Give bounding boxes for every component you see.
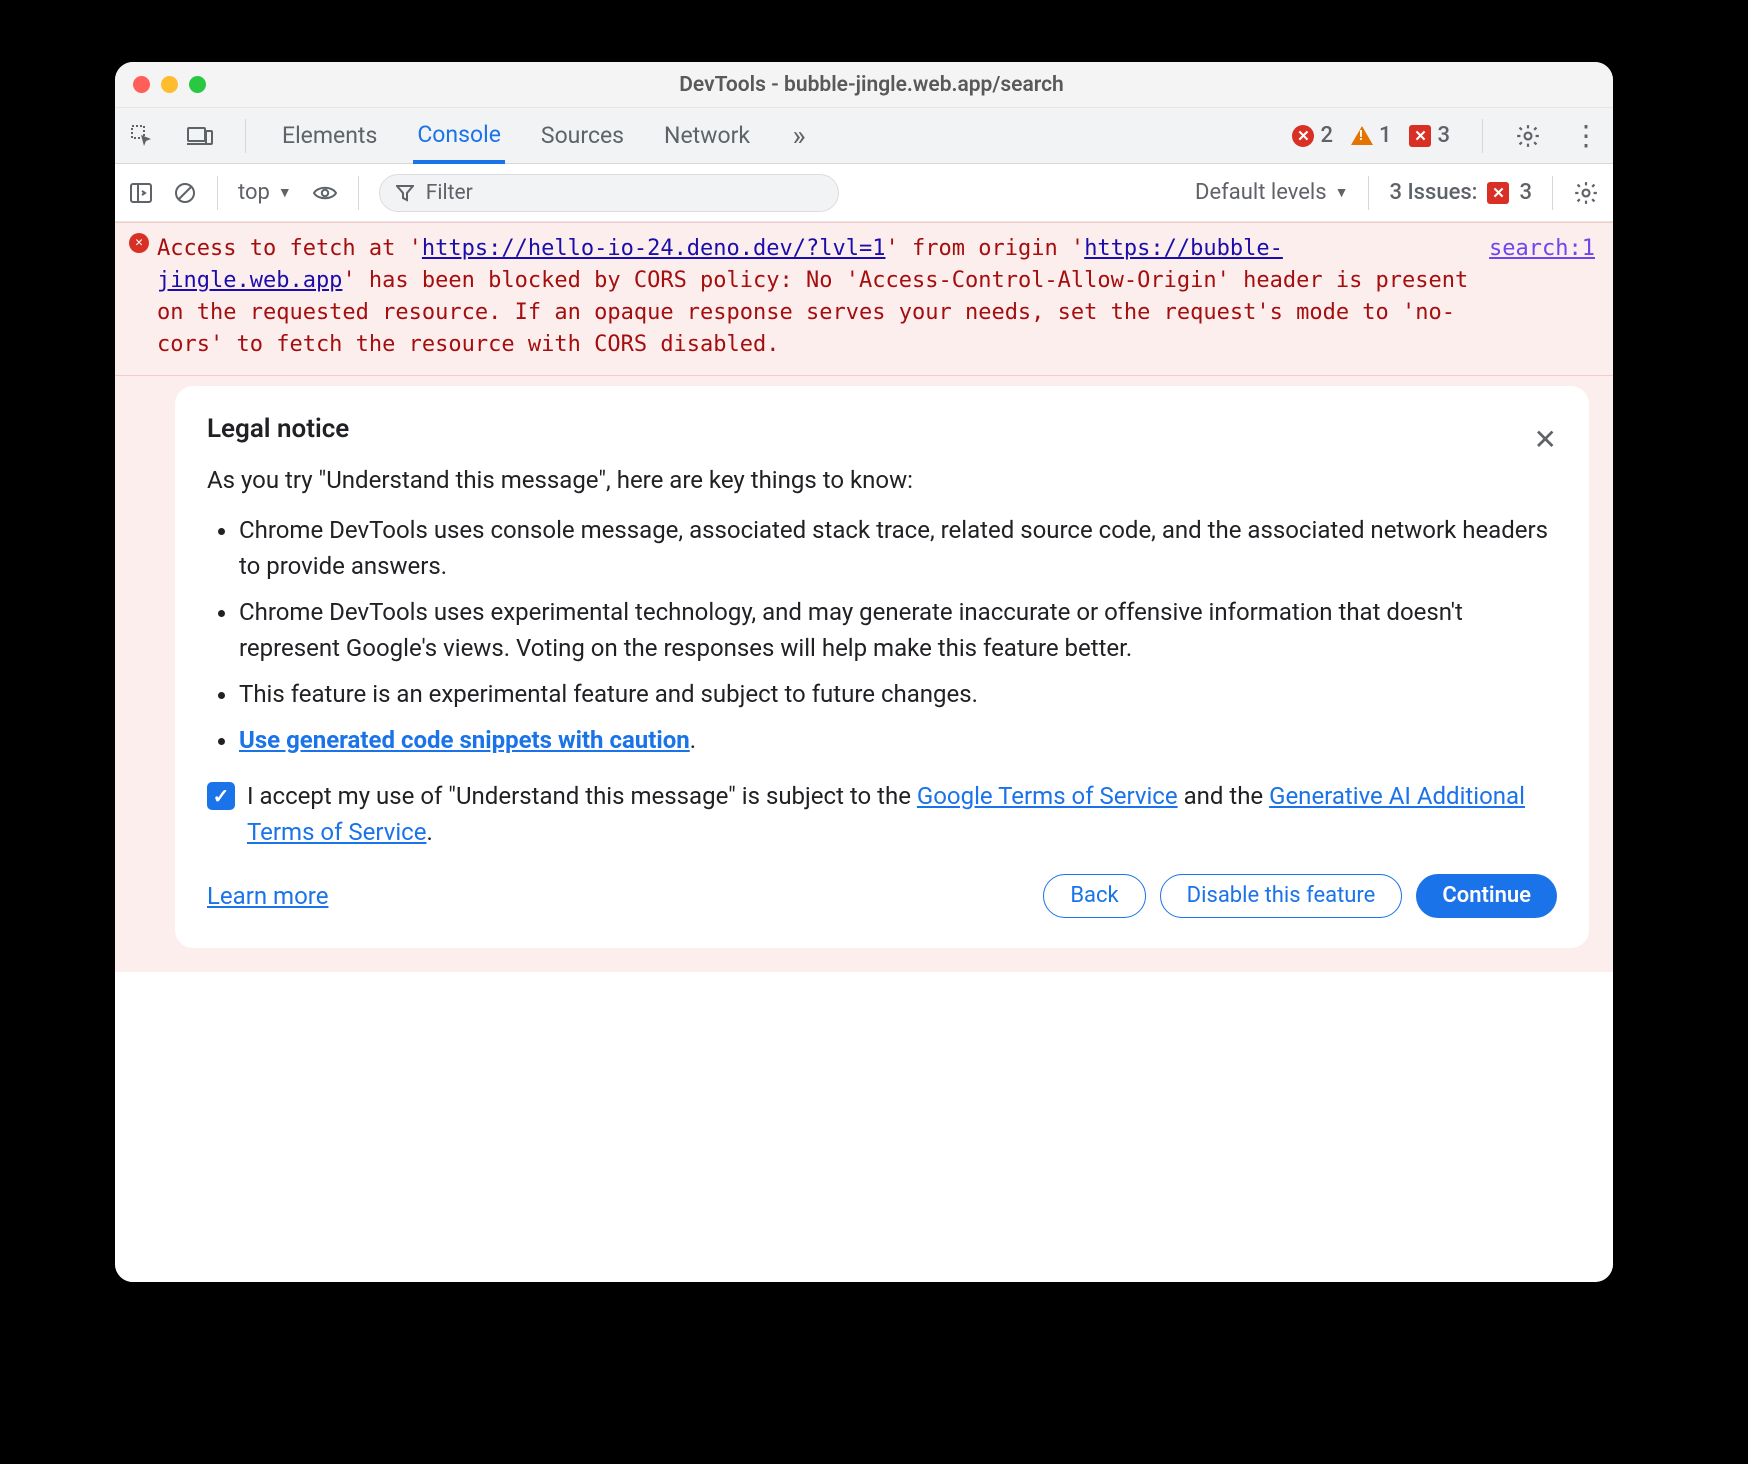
levels-label: Default levels <box>1195 180 1327 205</box>
tab-label: Elements <box>282 122 377 149</box>
filter-input[interactable]: Filter <box>379 174 839 212</box>
learn-more-link[interactable]: Learn more <box>207 882 328 910</box>
log-levels-dropdown[interactable]: Default levels ▼ <box>1195 180 1348 205</box>
button-label: Back <box>1070 883 1118 908</box>
zoom-window-button[interactable] <box>189 76 206 93</box>
warning-count-badge[interactable]: 1 <box>1351 123 1392 148</box>
clear-console-icon[interactable] <box>173 181 197 205</box>
error-count: 2 <box>1320 123 1333 148</box>
warning-count: 1 <box>1379 123 1392 148</box>
divider <box>217 176 218 210</box>
button-label: Disable this feature <box>1187 883 1376 908</box>
tab-label: Network <box>664 122 750 149</box>
toggle-sidebar-icon[interactable] <box>129 181 153 205</box>
tab-sources[interactable]: Sources <box>537 108 628 163</box>
message-count: 3 <box>1437 123 1450 148</box>
legal-title: Legal notice <box>207 414 1534 444</box>
legal-bullet: Chrome DevTools uses console message, as… <box>239 512 1557 584</box>
console-toolbar: top ▼ Filter Default levels ▼ 3 Issues: … <box>115 164 1613 222</box>
continue-button[interactable]: Continue <box>1416 874 1557 918</box>
issues-count: 3 <box>1519 180 1532 205</box>
issue-icon: ✕ <box>1487 182 1509 204</box>
chevron-down-icon: ▼ <box>278 184 292 201</box>
filter-placeholder: Filter <box>426 181 473 205</box>
legal-intro: As you try "Understand this message", he… <box>207 466 1557 494</box>
window-controls <box>133 76 206 93</box>
error-icon: ✕ <box>129 233 157 361</box>
legal-bullet: Use generated code snippets with caution… <box>239 722 1557 758</box>
divider <box>1552 176 1553 210</box>
divider <box>358 176 359 210</box>
filter-icon <box>396 184 414 202</box>
close-window-button[interactable] <box>133 76 150 93</box>
tab-network[interactable]: Network <box>660 108 754 163</box>
issues-label: 3 Issues: <box>1389 180 1477 205</box>
warning-icon <box>1351 126 1373 145</box>
error-icon: ✕ <box>1292 125 1314 147</box>
legal-card-area: Legal notice ✕ As you try "Understand th… <box>115 376 1613 972</box>
issues-badge[interactable]: 3 Issues: ✕ 3 <box>1389 180 1532 205</box>
divider <box>1368 176 1369 210</box>
titlebar: DevTools - bubble-jingle.web.app/search <box>115 62 1613 108</box>
error-count-badge[interactable]: ✕ 2 <box>1292 123 1333 148</box>
accept-row: ✓ I accept my use of "Understand this me… <box>207 778 1557 850</box>
legal-bullet: Chrome DevTools uses experimental techno… <box>239 594 1557 666</box>
status-badges: ✕ 2 1 ✕ 3 <box>1292 123 1450 148</box>
console-body[interactable]: ✕ Access to fetch at 'https://hello-io-2… <box>115 222 1613 1282</box>
button-label: Continue <box>1442 883 1531 908</box>
divider <box>1482 119 1483 153</box>
legal-notice-card: Legal notice ✕ As you try "Understand th… <box>175 386 1589 948</box>
back-button[interactable]: Back <box>1043 874 1145 918</box>
live-expression-icon[interactable] <box>312 184 338 202</box>
tab-console[interactable]: Console <box>413 109 505 164</box>
divider <box>245 119 246 153</box>
disable-feature-button[interactable]: Disable this feature <box>1160 874 1403 918</box>
close-icon[interactable]: ✕ <box>1534 423 1557 456</box>
legal-list: Chrome DevTools uses console message, as… <box>207 512 1557 758</box>
inspect-icon[interactable] <box>129 123 155 149</box>
console-error-row[interactable]: ✕ Access to fetch at 'https://hello-io-2… <box>115 222 1613 376</box>
settings-icon[interactable] <box>1515 123 1541 149</box>
google-tos-link[interactable]: Google Terms of Service <box>917 782 1178 810</box>
more-tabs-icon[interactable]: » <box>786 123 812 149</box>
context-label: top <box>238 180 270 205</box>
legal-bullet: This feature is an experimental feature … <box>239 676 1557 712</box>
message-icon: ✕ <box>1409 125 1431 147</box>
message-count-badge[interactable]: ✕ 3 <box>1409 123 1450 148</box>
window-title: DevTools - bubble-jingle.web.app/search <box>218 73 1595 97</box>
console-settings-icon[interactable] <box>1573 180 1599 206</box>
accept-checkbox[interactable]: ✓ <box>207 782 235 810</box>
accept-text: I accept my use of "Understand this mess… <box>247 778 1557 850</box>
kebab-menu-icon[interactable]: ⋮ <box>1573 123 1599 149</box>
legal-footer: Learn more Back Disable this feature Con… <box>207 874 1557 918</box>
minimize-window-button[interactable] <box>161 76 178 93</box>
tab-elements[interactable]: Elements <box>278 108 381 163</box>
device-toolbar-icon[interactable] <box>187 123 213 149</box>
devtools-tabs: Elements Console Sources Network » ✕ 2 1… <box>115 108 1613 164</box>
error-link-fetch-url[interactable]: https://hello-io-24.deno.dev/?lvl=1 <box>422 236 886 261</box>
error-source-link[interactable]: search:1 <box>1469 233 1595 361</box>
execution-context-dropdown[interactable]: top ▼ <box>238 180 292 205</box>
tab-label: Console <box>417 121 501 148</box>
chevron-down-icon: ▼ <box>1335 184 1349 201</box>
caution-link[interactable]: Use generated code snippets with caution <box>239 726 690 754</box>
tab-label: Sources <box>541 122 624 149</box>
error-message: Access to fetch at 'https://hello-io-24.… <box>157 233 1469 361</box>
devtools-window: DevTools - bubble-jingle.web.app/search … <box>115 62 1613 1282</box>
